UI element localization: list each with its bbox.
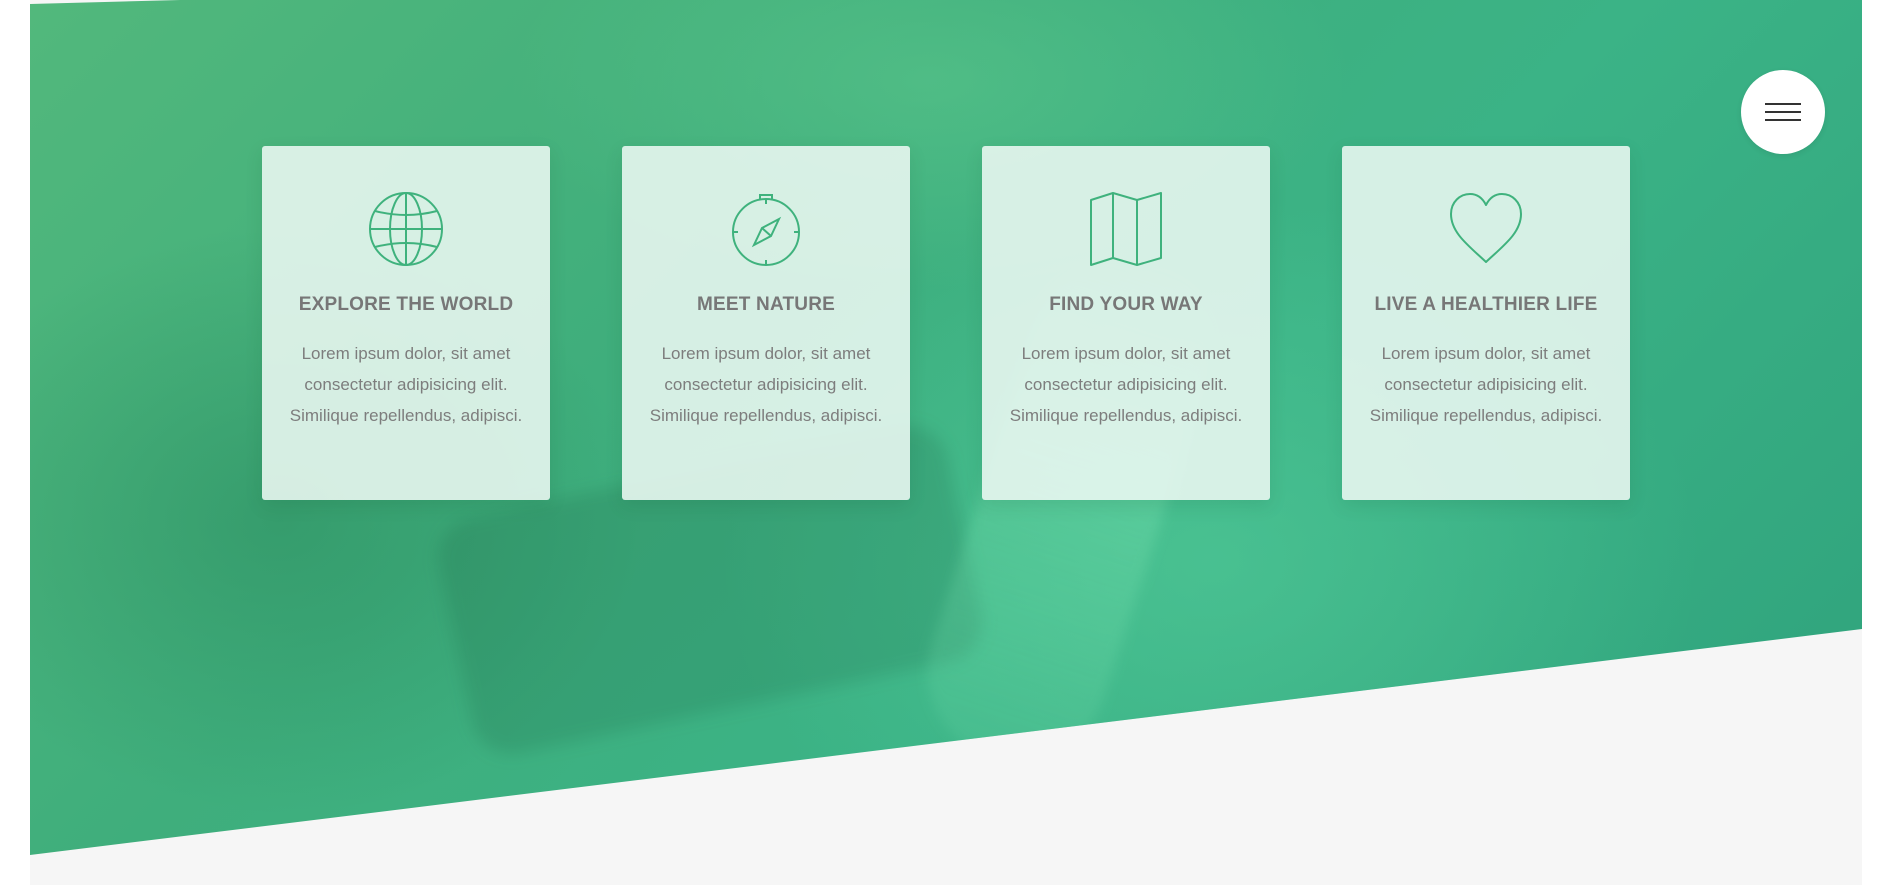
compass-icon xyxy=(732,194,800,266)
feature-title: LIVE A HEALTHIER LIFE xyxy=(1374,294,1598,315)
feature-title: FIND YOUR WAY xyxy=(1049,294,1203,315)
page: EXPLORE THE WORLD Lorem ipsum dolor, sit… xyxy=(30,0,1862,885)
feature-cards: EXPLORE THE WORLD Lorem ipsum dolor, sit… xyxy=(262,146,1632,500)
globe-icon xyxy=(369,192,443,266)
hamburger-menu-icon-bottom xyxy=(1765,119,1801,121)
navigation-menu-button[interactable] xyxy=(1741,70,1825,154)
feature-card-healthier: LIVE A HEALTHIER LIFE Lorem ipsum dolor,… xyxy=(1342,146,1630,500)
feature-description: Lorem ipsum dolor, sit amet consectetur … xyxy=(289,344,523,425)
feature-description: Lorem ipsum dolor, sit amet consectetur … xyxy=(1009,344,1243,425)
feature-description: Lorem ipsum dolor, sit amet consectetur … xyxy=(649,344,883,425)
feature-card-way: FIND YOUR WAY Lorem ipsum dolor, sit ame… xyxy=(982,146,1270,500)
feature-card-nature: MEET NATURE Lorem ipsum dolor, sit amet … xyxy=(622,146,910,500)
feature-card-explore: EXPLORE THE WORLD Lorem ipsum dolor, sit… xyxy=(262,146,550,500)
features-hero-section: EXPLORE THE WORLD Lorem ipsum dolor, sit… xyxy=(30,0,1862,855)
hamburger-menu-icon-middle xyxy=(1765,111,1801,113)
feature-title: EXPLORE THE WORLD xyxy=(298,294,514,315)
map-icon xyxy=(1090,192,1162,266)
hamburger-menu-icon xyxy=(1765,103,1801,105)
feature-description: Lorem ipsum dolor, sit amet consectetur … xyxy=(1369,344,1603,425)
heart-icon xyxy=(1450,193,1522,263)
feature-title: MEET NATURE xyxy=(696,294,835,315)
